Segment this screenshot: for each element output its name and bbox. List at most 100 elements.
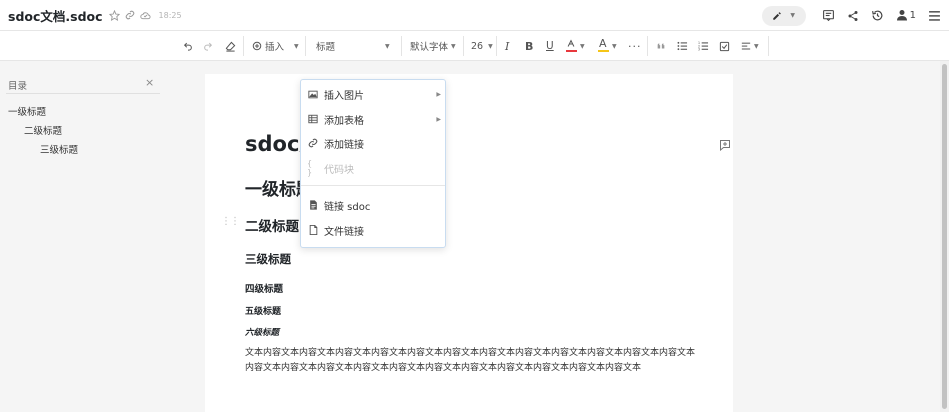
toolbar-divider	[768, 36, 769, 56]
highlight-bar	[598, 50, 609, 52]
highlight-color-dropdown[interactable]: A ▼	[598, 31, 617, 61]
italic-icon[interactable]: I	[505, 31, 509, 61]
link-icon	[307, 138, 319, 148]
drag-handle-icon[interactable]: ⋮⋮	[221, 217, 240, 227]
font-color-dropdown[interactable]: ▼	[566, 31, 585, 61]
insert-dropdown[interactable]: 插入 ▼	[252, 31, 299, 61]
redo-icon[interactable]	[203, 31, 213, 61]
checklist-icon[interactable]	[719, 31, 730, 61]
menu-item-link-sdoc[interactable]: 链接 sdoc	[301, 193, 445, 217]
star-icon[interactable]	[108, 9, 120, 21]
editor-toolbar: 插入 ▼ 标题 ▼ 默认字体 ▼ 26 ▼ I B U ▼ A ▼ ··· 1 …	[0, 31, 949, 61]
heading-2[interactable]: 二级标题	[245, 215, 299, 235]
outline-item-h1[interactable]: 一级标题	[8, 104, 46, 118]
chevron-down-icon: ▼	[580, 42, 585, 50]
heading-3[interactable]: 三级标题	[245, 251, 291, 267]
clear-format-icon[interactable]	[225, 31, 236, 61]
close-icon[interactable]: ×	[145, 77, 154, 89]
align-dropdown[interactable]: ▼	[741, 31, 759, 61]
bold-icon[interactable]: B	[525, 31, 533, 61]
insert-menu: 插入图片 ▶ 添加表格 ▶ 添加链接 { } 代码块 链接 sdoc 文件链接	[300, 79, 446, 248]
menu-item-insert-image[interactable]: 插入图片 ▶	[301, 82, 445, 106]
menu-item-add-link[interactable]: 添加链接	[301, 131, 445, 155]
menu-divider	[301, 185, 445, 186]
toolbar-divider	[243, 36, 244, 56]
edit-mode-dropdown[interactable]: ▼	[761, 5, 806, 26]
file-icon	[307, 225, 319, 235]
menu-item-label: 插入图片	[324, 90, 364, 102]
chevron-right-icon: ▶	[436, 115, 441, 123]
chevron-down-icon: ▼	[451, 42, 456, 50]
svg-text:3: 3	[698, 48, 700, 51]
font-color-icon	[566, 39, 577, 53]
sdoc-file-icon	[307, 200, 319, 210]
share-icon[interactable]	[847, 10, 859, 22]
menu-item-label: 文件链接	[324, 226, 364, 238]
chevron-down-icon: ▼	[612, 42, 617, 50]
menu-item-code-block: { } 代码块	[301, 156, 445, 180]
insert-label: 插入	[265, 42, 285, 53]
highlight-icon: A	[598, 37, 609, 53]
menu-icon[interactable]	[928, 10, 941, 22]
align-left-icon	[741, 41, 751, 51]
paragraph-style-dropdown[interactable]: 标题 ▼	[316, 31, 390, 61]
table-icon	[307, 114, 319, 124]
bulleted-list-icon[interactable]	[677, 31, 688, 61]
pencil-icon	[772, 6, 782, 25]
body-paragraph[interactable]: 文本内容文本内容文本内容文本内容文本内容文本内容文本内容文本内容文本内容文本内容…	[245, 346, 695, 376]
save-time: 18:25	[158, 10, 182, 20]
chevron-down-icon: ▼	[385, 42, 390, 50]
menu-item-file-link[interactable]: 文件链接	[301, 218, 445, 242]
comment-list-icon[interactable]	[822, 9, 835, 22]
menu-item-add-table[interactable]: 添加表格 ▶	[301, 107, 445, 131]
title-icons: 18:25	[108, 9, 182, 21]
chevron-down-icon: ▼	[754, 42, 759, 50]
document-page[interactable]: sdoc文 一级标题 二级标题 三级标题 四级标题 五级标题 六级标题 文本内容…	[205, 74, 733, 412]
heading-5[interactable]: 五级标题	[245, 304, 281, 317]
add-comment-icon[interactable]	[719, 136, 731, 155]
toolbar-divider	[463, 36, 464, 56]
outline-title: 目录	[8, 81, 28, 92]
font-color-bar	[566, 50, 577, 52]
size-label: 26	[471, 40, 484, 52]
code-block-icon: { }	[307, 159, 313, 177]
image-icon	[307, 90, 319, 99]
heading-4[interactable]: 四级标题	[245, 281, 283, 295]
menu-item-label: 代码块	[324, 164, 354, 176]
chevron-down-icon: ▼	[294, 42, 299, 50]
heading-6[interactable]: 六级标题	[245, 326, 279, 338]
toolbar-divider	[305, 36, 306, 56]
font-label: 默认字体	[410, 42, 449, 53]
outline-item-h3[interactable]: 三级标题	[40, 142, 78, 156]
underline-icon[interactable]: U	[546, 31, 554, 61]
outline-divider	[6, 93, 160, 94]
chevron-right-icon: ▶	[436, 90, 441, 98]
toolbar-divider	[401, 36, 402, 56]
scrollbar-thumb[interactable]	[942, 64, 947, 409]
font-family-dropdown[interactable]: 默认字体 ▼	[410, 31, 456, 61]
plus-circle-icon	[252, 41, 262, 51]
toolbar-divider	[647, 36, 648, 56]
quote-icon[interactable]	[656, 31, 666, 61]
toolbar-divider	[496, 36, 497, 56]
cloud-saved-icon	[139, 10, 151, 20]
user-count: 1	[909, 10, 916, 21]
header-actions: ▼ 1	[761, 0, 941, 31]
menu-item-label: 添加表格	[324, 115, 364, 127]
user-icon	[896, 6, 908, 25]
header: sdoc文档.sdoc 18:25 ▼ 1	[0, 0, 949, 31]
link-icon[interactable]	[125, 10, 135, 20]
collaborators-button[interactable]: 1	[896, 6, 916, 25]
history-icon[interactable]	[871, 9, 884, 22]
more-icon[interactable]: ···	[628, 31, 642, 61]
menu-item-label: 添加链接	[324, 139, 364, 151]
outline-item-h2[interactable]: 二级标题	[24, 123, 62, 137]
chevron-down-icon: ▼	[790, 12, 795, 19]
menu-item-label: 链接 sdoc	[324, 201, 371, 213]
style-label: 标题	[316, 42, 336, 53]
numbered-list-icon[interactable]: 123	[698, 31, 709, 61]
font-size-dropdown[interactable]: 26 ▼	[471, 31, 493, 61]
outline-sidebar: 目录 × 一级标题 二级标题 三级标题	[0, 61, 205, 412]
undo-icon[interactable]	[183, 31, 193, 61]
chevron-down-icon: ▼	[488, 42, 493, 50]
